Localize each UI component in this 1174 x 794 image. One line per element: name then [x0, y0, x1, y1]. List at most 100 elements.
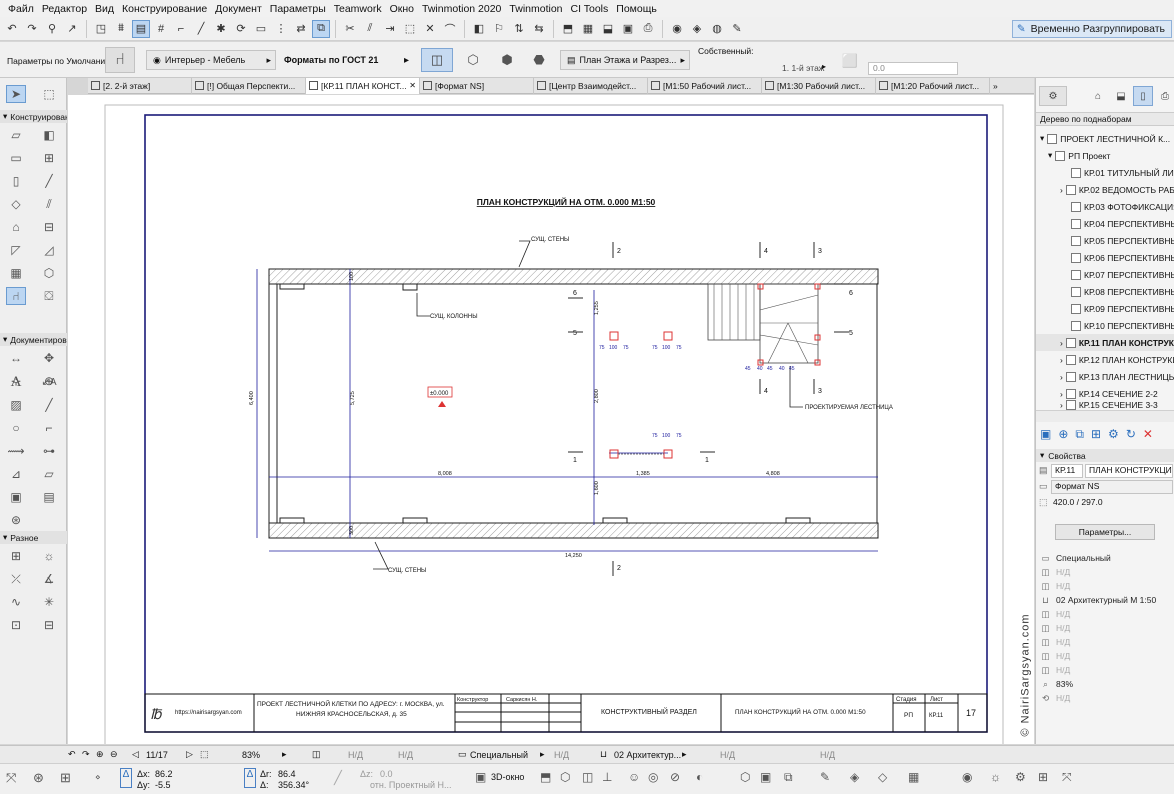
- navigator-mode-icon[interactable]: ⚙: [1039, 86, 1067, 106]
- wave-icon[interactable]: ∿: [6, 593, 26, 611]
- layout-id-field[interactable]: КР.11: [1051, 464, 1083, 478]
- refresh-icon[interactable]: ↻: [1126, 427, 1136, 441]
- toolbox-section-design[interactable]: ▾Конструирование: [0, 110, 67, 123]
- extend-icon[interactable]: ⇥: [381, 20, 399, 38]
- polar-icon[interactable]: Δ: [244, 768, 256, 788]
- menu-document[interactable]: Документ: [211, 3, 266, 15]
- nd-field-2[interactable]: Н/Д: [398, 750, 458, 760]
- da-value[interactable]: 356.34°: [278, 780, 309, 790]
- prev-layout-icon[interactable]: ◁: [132, 749, 146, 760]
- cursor-snap-icon[interactable]: ✱: [212, 20, 230, 38]
- menu-design[interactable]: Конструирование: [118, 3, 211, 15]
- line-tool-icon[interactable]: ╱: [39, 396, 59, 414]
- dr-value[interactable]: 86.4: [278, 769, 296, 779]
- toolbox-section-document[interactable]: ▾Документирование: [0, 333, 67, 346]
- layout-book-icon[interactable]: ▯: [1133, 86, 1153, 106]
- clone-icon[interactable]: ⊞: [1091, 427, 1101, 441]
- grid-icon[interactable]: #: [152, 20, 170, 38]
- morph-tool-icon[interactable]: ⬡: [39, 264, 59, 282]
- panel-icon[interactable]: ▭: [252, 20, 270, 38]
- shade-icon[interactable]: ◐: [696, 770, 703, 784]
- tree-layout-item[interactable]: › КР.12 ПЛАН КОНСТРУКЦИЙ: [1036, 351, 1174, 368]
- new-layout-icon[interactable]: ▣: [1040, 427, 1051, 441]
- nd-field-5[interactable]: Н/Д: [820, 750, 880, 760]
- undo-zoom-icon[interactable]: ↶: [68, 749, 82, 760]
- elevation-icon[interactable]: ⊡: [6, 616, 26, 634]
- panel-icon[interactable]: ▣: [760, 770, 771, 784]
- tree-project-root[interactable]: ▾ ПРОЕКТ ЛЕСТНИЧНОЙ К...: [1036, 130, 1174, 147]
- settings-icon[interactable]: ⚙: [1108, 427, 1119, 441]
- door-tool-icon[interactable]: ◧: [39, 126, 59, 144]
- render-icon[interactable]: ◈: [688, 20, 706, 38]
- dimension-chain-icon[interactable]: ⤫: [6, 570, 26, 588]
- dimension-tool-icon[interactable]: ↔: [6, 349, 26, 367]
- suspend-groups-icon[interactable]: ⧉: [312, 19, 330, 38]
- camera-icon[interactable]: ◉: [962, 770, 972, 784]
- tree-layout-item[interactable]: › КР.15 СЕЧЕНИЕ 3-3: [1036, 400, 1174, 410]
- dy-value[interactable]: -5.5: [155, 780, 171, 790]
- 3d-window-button[interactable]: 3D-окно: [491, 772, 524, 782]
- zoom-in-icon[interactable]: ⊕: [96, 749, 110, 760]
- tree-layout-item[interactable]: КР.04 ПЕРСПЕКТИВНЫЙ ВИД: [1036, 215, 1174, 232]
- menu-options[interactable]: Параметры: [266, 3, 330, 15]
- undo-icon[interactable]: ↶: [3, 20, 21, 38]
- polyline-tool-icon[interactable]: ⌐: [39, 419, 59, 437]
- fill-tool-icon[interactable]: ▨: [6, 396, 26, 414]
- prop-row[interactable]: ◫ Н/Д: [1036, 579, 1174, 593]
- layers-icon[interactable]: ⧉: [784, 770, 793, 785]
- tab-collaboration-center[interactable]: [Центр Взаимодейст...: [534, 77, 648, 94]
- fly-icon[interactable]: ◎: [648, 770, 658, 784]
- prop-row[interactable]: ▭ Специальный: [1036, 551, 1174, 565]
- walk-icon[interactable]: ◍: [708, 20, 726, 38]
- plan-section-dropdown[interactable]: ▤ План Этажа и Разрез... ▸: [560, 50, 690, 70]
- tree-layout-item[interactable]: КР.06 ПЕРСПЕКТИВНЫЙ ВИД: [1036, 249, 1174, 266]
- chevron-right-icon[interactable]: ▸: [682, 749, 696, 760]
- figure-tool-icon[interactable]: ⊿: [6, 465, 26, 483]
- pencil-icon[interactable]: ✎: [820, 770, 830, 784]
- layout-canvas[interactable]: ПЛАН КОНСТРУКЦИЙ НА ОТМ. 0.000 М1:50 6,4…: [68, 95, 1034, 746]
- tree-folder[interactable]: ▾ РП Проект: [1036, 147, 1174, 164]
- dx-value[interactable]: 86.2: [155, 769, 173, 779]
- measure-icon[interactable]: ⊞: [60, 770, 71, 786]
- properties-header[interactable]: ▾ Свойства: [1036, 449, 1174, 462]
- tab-2nd-floor[interactable]: [2. 2-й этаж]: [88, 77, 192, 94]
- delete-icon[interactable]: ✕: [1143, 427, 1153, 441]
- teamwork-icon[interactable]: ⚐: [490, 20, 508, 38]
- tree-layout-item[interactable]: КР.01 ТИТУЛЬНЫЙ ЛИСТ: [1036, 164, 1174, 181]
- tree-layout-item[interactable]: КР.09 ПЕРСПЕКТИВНЫЙ ВИД: [1036, 300, 1174, 317]
- tab-worksheet-1-30[interactable]: [М1:30 Рабочий лист...: [762, 77, 876, 94]
- marquee-tool-icon[interactable]: ⬚: [39, 85, 59, 103]
- master-layout-dropdown[interactable]: Формат NS: [1051, 480, 1173, 494]
- zone-tool-icon[interactable]: ⛋: [39, 287, 59, 305]
- redo-zoom-icon[interactable]: ↷: [82, 749, 96, 760]
- box-icon[interactable]: ⬡: [462, 48, 484, 72]
- new-subset-icon[interactable]: ⊕: [1058, 427, 1068, 441]
- layout-name-field[interactable]: ПЛАН КОНСТРУКЦИЙ НА: [1085, 464, 1173, 478]
- intersect-icon[interactable]: ✕: [421, 20, 439, 38]
- layers-icon[interactable]: ◳: [92, 20, 110, 38]
- eye-icon[interactable]: ◉: [668, 20, 686, 38]
- stair-tool-icon[interactable]: ⫽: [39, 195, 59, 213]
- curtain-wall-tool-icon[interactable]: ▦: [6, 264, 26, 282]
- sun-icon[interactable]: ✳: [39, 593, 59, 611]
- rotate-icon[interactable]: ⟳: [232, 20, 250, 38]
- change-tool-icon[interactable]: ⊛: [6, 511, 26, 529]
- chevron-right-icon[interactable]: ▸: [404, 50, 414, 70]
- cursor-icon[interactable]: ⊛: [33, 770, 44, 786]
- chevron-right-icon[interactable]: ▸: [540, 749, 554, 760]
- elevation-field[interactable]: 0.0: [868, 62, 958, 75]
- spline-tool-icon[interactable]: ⟿: [6, 442, 26, 460]
- diamond-icon[interactable]: ◇: [878, 770, 887, 784]
- tree-layout-item[interactable]: КР.03 ФОТОФИКСАЦИЯ: [1036, 198, 1174, 215]
- furniture-object-tool-icon[interactable]: ⑁: [6, 287, 26, 305]
- layout-icon[interactable]: ▣: [619, 20, 637, 38]
- label-tool-icon[interactable]: ↙A: [39, 373, 59, 391]
- publisher-icon[interactable]: ⎙: [1155, 86, 1174, 106]
- chair-icon[interactable]: ⑁: [105, 47, 135, 73]
- cut-plane-icon[interactable]: ⊘: [670, 770, 680, 784]
- box-arrow-icon[interactable]: ⬣: [528, 48, 550, 72]
- arrow-tool-icon[interactable]: ➤: [6, 85, 26, 103]
- grid-element-icon[interactable]: ⊞: [6, 547, 26, 565]
- nd-field-1[interactable]: Н/Д: [348, 750, 388, 760]
- worksheet-tool-icon[interactable]: ▤: [39, 488, 59, 506]
